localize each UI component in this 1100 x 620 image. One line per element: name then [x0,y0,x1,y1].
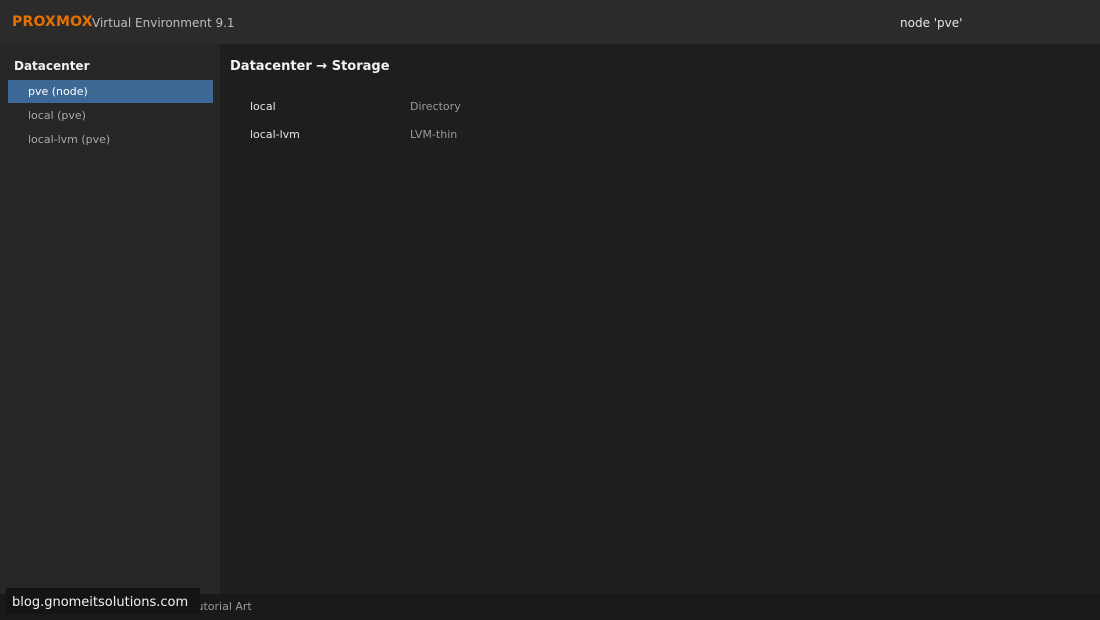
tree-item-label: pve (node) [28,85,88,98]
tree-item-label: local-lvm (pve) [28,133,111,146]
storage-type: LVM-thin [410,128,458,141]
node-indicator: node 'pve' [900,16,963,30]
proxmox-logo: PROXMOX [12,14,93,30]
content-panel: Datacenter → Storage local Directory loc… [221,44,1100,594]
tree-item-local[interactable]: local (pve) [8,104,213,127]
storage-type: Directory [410,100,461,113]
tree-item-pve-node[interactable]: pve (node) [8,80,213,103]
tree-root-datacenter[interactable]: Datacenter [14,59,89,73]
storage-row[interactable]: local Directory [250,100,650,120]
page-title: Datacenter → Storage [230,59,390,74]
storage-row[interactable]: local-lvm LVM-thin [250,128,650,148]
proxmox-app: PROXMOX Virtual Environment 9.1 node 'pv… [0,0,1100,620]
version-label: Virtual Environment 9.1 [92,16,235,30]
storage-name[interactable]: local-lvm [250,128,300,141]
storage-name[interactable]: local [250,100,276,113]
tree-item-label: local (pve) [28,109,86,122]
tree-item-local-lvm[interactable]: local-lvm (pve) [8,128,213,151]
watermark: blog.gnomeitsolutions.com [6,588,200,614]
top-header: PROXMOX Virtual Environment 9.1 node 'pv… [0,0,1100,45]
resource-tree: Datacenter pve (node) local (pve) local-… [0,44,221,594]
